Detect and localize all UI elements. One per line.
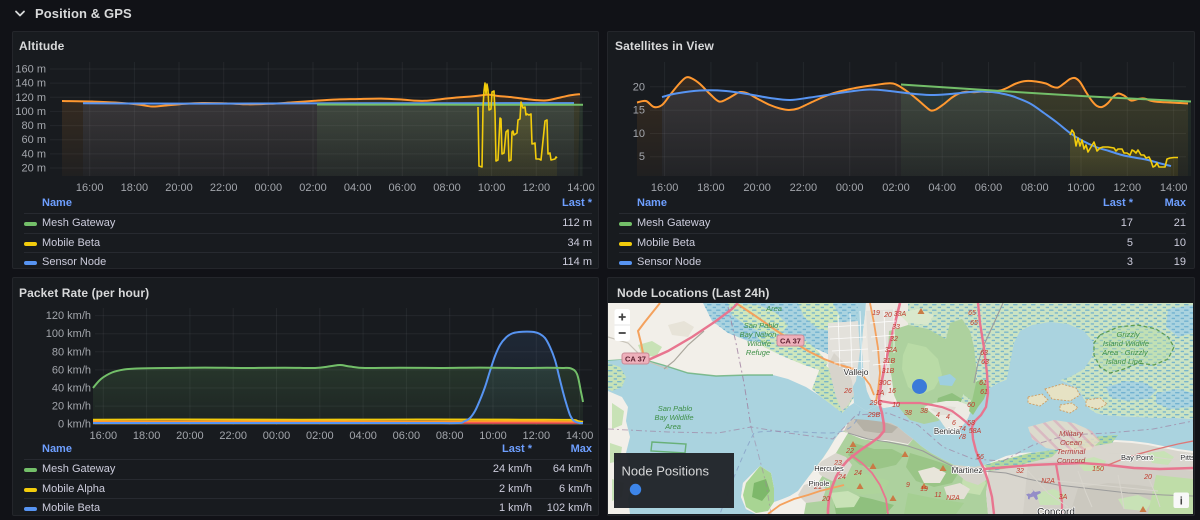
svg-text:61: 61 [980, 389, 988, 396]
svg-text:26: 26 [843, 388, 852, 395]
svg-text:3A: 3A [1059, 494, 1068, 501]
svg-text:4: 4 [946, 414, 950, 421]
svg-text:Terminal: Terminal [1057, 447, 1086, 456]
svg-text:31B: 31B [882, 368, 895, 375]
svg-text:19: 19 [872, 310, 880, 317]
svg-text:29C: 29C [869, 400, 884, 407]
svg-text:20: 20 [1143, 474, 1152, 481]
svg-text:24: 24 [837, 474, 846, 481]
svg-text:CA 37: CA 37 [780, 337, 801, 346]
svg-text:i: i [1180, 496, 1183, 508]
svg-text:11: 11 [934, 492, 941, 499]
svg-text:32A: 32A [885, 347, 898, 354]
svg-text:Island Line: Island Line [1106, 357, 1142, 366]
svg-text:56: 56 [976, 454, 984, 461]
svg-text:38: 38 [904, 410, 912, 417]
svg-text:19: 19 [920, 486, 928, 493]
svg-text:Concord: Concord [1037, 507, 1075, 514]
svg-text:Area: Area [765, 304, 782, 313]
svg-text:Refuge: Refuge [746, 348, 770, 357]
svg-text:65: 65 [968, 310, 976, 317]
svg-text:9: 9 [906, 482, 910, 489]
svg-text:San Pablo: San Pablo [744, 321, 779, 330]
svg-text:22: 22 [845, 448, 854, 455]
svg-text:6: 6 [952, 420, 956, 427]
svg-text:Area - Grizzly: Area - Grizzly [1101, 348, 1149, 357]
svg-text:Concord: Concord [1057, 456, 1086, 465]
svg-text:60: 60 [967, 402, 975, 409]
svg-text:32: 32 [1016, 468, 1024, 475]
svg-text:58: 58 [967, 420, 975, 427]
svg-text:30C: 30C [879, 380, 893, 387]
svg-text:N2A: N2A [1041, 478, 1055, 485]
svg-text:Bay Nation..: Bay Nation.. [740, 330, 781, 339]
svg-text:33A: 33A [894, 311, 907, 318]
svg-text:58A: 58A [969, 428, 982, 435]
svg-text:Ocean: Ocean [1060, 438, 1082, 447]
svg-text:150: 150 [1092, 466, 1104, 473]
svg-text:Military: Military [1059, 429, 1084, 438]
svg-text:Martinez: Martinez [952, 466, 983, 475]
svg-text:32: 32 [890, 336, 898, 343]
svg-text:63: 63 [980, 350, 988, 357]
svg-text:Island Wildlife: Island Wildlife [1103, 339, 1149, 348]
svg-text:Area: Area [664, 422, 681, 431]
svg-text:Pinole: Pinole [809, 479, 830, 488]
svg-text:Pittsburg: Pittsburg [1180, 453, 1193, 462]
svg-text:65: 65 [970, 320, 978, 327]
svg-text:Benicia: Benicia [934, 427, 961, 436]
svg-text:31B: 31B [883, 358, 896, 365]
svg-text:20: 20 [821, 496, 830, 503]
svg-text:20: 20 [883, 312, 892, 319]
svg-text:33: 33 [892, 324, 900, 331]
svg-text:Node Positions: Node Positions [622, 464, 710, 479]
svg-text:N2A: N2A [946, 495, 960, 502]
svg-text:63: 63 [981, 359, 989, 366]
svg-text:61: 61 [979, 380, 987, 387]
svg-text:Grizzly: Grizzly [1117, 330, 1141, 339]
svg-text:16: 16 [888, 388, 896, 395]
svg-text:24: 24 [853, 470, 862, 477]
svg-text:38: 38 [920, 408, 928, 415]
svg-text:Bay Wildlife: Bay Wildlife [654, 413, 693, 422]
svg-text:San Pablo: San Pablo [658, 404, 693, 413]
svg-text:29B: 29B [867, 412, 881, 419]
svg-text:Bay Point: Bay Point [1121, 453, 1154, 462]
svg-text:Wildlife: Wildlife [747, 339, 771, 348]
svg-text:CA 37: CA 37 [625, 355, 646, 364]
svg-text:Vallejo: Vallejo [844, 367, 869, 377]
svg-text:4: 4 [936, 412, 940, 419]
svg-text:Hercules: Hercules [814, 464, 844, 473]
svg-text:10: 10 [892, 402, 900, 409]
svg-text:1A: 1A [876, 390, 885, 397]
